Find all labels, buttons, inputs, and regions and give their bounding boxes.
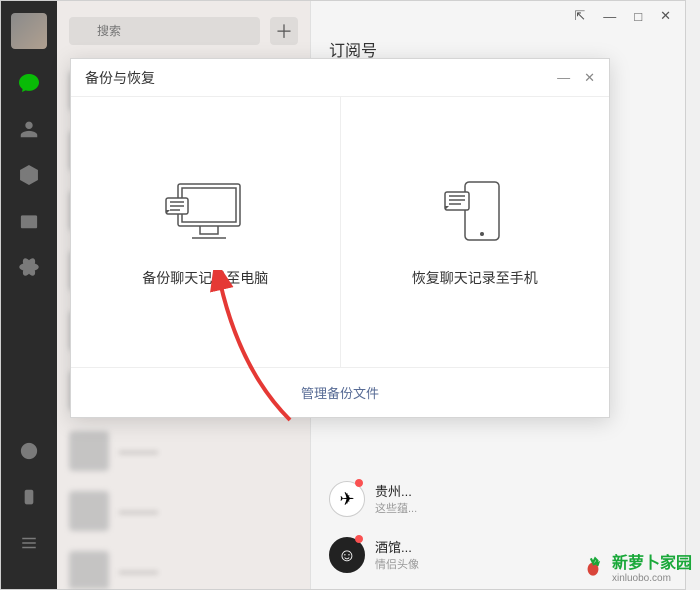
add-button[interactable]: ＋ [270, 17, 298, 45]
backup-to-pc-option[interactable]: 备份聊天记录至电脑 [71, 97, 340, 367]
atom-icon[interactable] [17, 255, 41, 279]
unread-dot [355, 479, 363, 487]
chat-icon[interactable] [17, 71, 41, 95]
manage-backup-link[interactable]: 管理备份文件 [301, 383, 379, 402]
cube-icon[interactable] [17, 163, 41, 187]
phone-restore-icon [435, 176, 515, 246]
dialog-title: 备份与恢复 [85, 68, 155, 88]
pin-icon[interactable]: ⇱ [574, 8, 585, 24]
subscription-name: 酒馆... [375, 537, 419, 556]
title-bar: ⇱ — □ ✕ [311, 1, 685, 31]
search-input[interactable] [69, 17, 260, 45]
radish-icon [580, 554, 606, 580]
dialog-title-bar: 备份与恢复 — ✕ [71, 59, 609, 97]
miniprogram-icon[interactable] [17, 439, 41, 463]
watermark-en: xinluobo.com [612, 573, 692, 584]
menu-icon[interactable] [17, 531, 41, 555]
subscription-preview: 情侣头像 [375, 556, 419, 572]
minimize-icon[interactable]: — [603, 9, 616, 24]
list-item: ——— [57, 481, 310, 541]
maximize-icon[interactable]: □ [634, 9, 642, 24]
avatar[interactable] [11, 13, 47, 49]
watermark: 新萝卜家园 xinluobo.com [580, 549, 692, 584]
dialog-close-icon[interactable]: ✕ [584, 70, 595, 86]
left-rail [1, 1, 57, 589]
subscription-preview: 这些蕴... [375, 500, 417, 516]
list-item[interactable]: ✈ 贵州... 这些蕴... [325, 471, 671, 527]
contacts-icon[interactable] [17, 117, 41, 141]
backup-label: 备份聊天记录至电脑 [142, 268, 268, 288]
folder-icon[interactable] [17, 209, 41, 233]
search-bar: ＋ [57, 1, 310, 61]
unread-dot [355, 535, 363, 543]
list-item: ——— [57, 421, 310, 481]
phone-icon[interactable] [17, 485, 41, 509]
watermark-cn: 新萝卜家园 [612, 549, 692, 573]
list-item: ——— [57, 541, 310, 589]
subscription-name: 贵州... [375, 481, 417, 500]
computer-icon [160, 176, 250, 246]
dialog-minimize-icon[interactable]: — [557, 70, 570, 86]
restore-label: 恢复聊天记录至手机 [412, 268, 538, 288]
backup-restore-dialog: 备份与恢复 — ✕ 备份聊天记录至电脑 [70, 58, 610, 418]
close-icon[interactable]: ✕ [660, 8, 671, 24]
restore-to-phone-option[interactable]: 恢复聊天记录至手机 [340, 97, 610, 367]
